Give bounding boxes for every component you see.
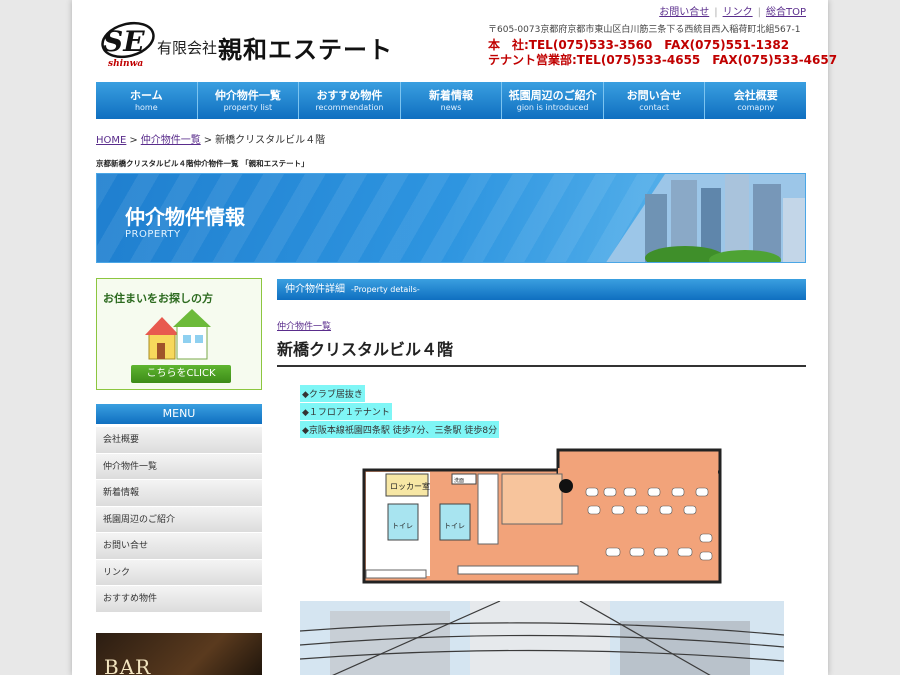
property-photo[interactable] (300, 601, 784, 675)
housing-search-button[interactable]: こちらをCLICK (131, 365, 231, 383)
section-subtitle: -Property details- (351, 285, 420, 294)
nav-recommendation[interactable]: おすすめ物件 recommendation (299, 82, 401, 119)
sidebar-item-recommendation[interactable]: おすすめ物件 (96, 586, 262, 613)
sidebar-menu: 会社概要 仲介物件一覧 新着情報 祇園周辺のご紹介 お問い合せ リンク おすすめ… (96, 427, 262, 613)
nav-sublabel: news (440, 103, 462, 112)
floor-plan-image[interactable]: ロッカー室 トイレ トイレ 洗面 (362, 448, 722, 584)
nav-label: 会社概要 (733, 89, 778, 102)
nav-sublabel: home (134, 103, 158, 112)
nav-sublabel: comapny (737, 103, 775, 112)
breadcrumb-current: 新橋クリスタルビル４階 (215, 135, 326, 146)
nav-sublabel: gion is introduced (516, 103, 589, 112)
nav-home[interactable]: ホーム home (96, 82, 198, 119)
nav-label: 祇園周辺のご紹介 (508, 89, 597, 102)
breadcrumb-home[interactable]: HOME (96, 135, 126, 146)
logo-mark: SE (103, 25, 145, 58)
company-logo[interactable]: SE shinwa (96, 18, 158, 68)
global-nav: ホーム home 仲介物件一覧 property list おすすめ物件 recomm… (96, 82, 806, 119)
floorplan-locker-label: ロッカー室 (390, 481, 430, 491)
nav-sublabel: contact (639, 103, 670, 112)
nav-gion[interactable]: 祇園周辺のご紹介 gion is introduced (502, 82, 604, 119)
page-container: お問い合せ | リンク | 総合TOP SE shinwa 有限会社 親和エステート 〒… (72, 0, 837, 675)
page-banner: 仲介物件情報 PROPERTY (96, 173, 806, 263)
banner-city-image (606, 174, 805, 262)
nav-sublabel: property list (223, 103, 273, 112)
section-heading: 仲介物件詳細 -Property details- (277, 279, 806, 300)
bar-banner-image[interactable]: BAR (96, 633, 262, 675)
sidebar-item-contact[interactable]: お問い合せ (96, 533, 262, 560)
logo-subtext: shinwa (108, 59, 143, 68)
nav-contact[interactable]: お問い合せ contact (604, 82, 706, 119)
property-title: 新橋クリスタルビル４階 (277, 336, 806, 367)
tenant-dept-tel: テナント営業部:TEL(075)533-4655 FAX(075)533-465… (488, 53, 838, 67)
banner-subtitle: PROPERTY (125, 229, 181, 240)
sidebar-menu-title: MENU (96, 404, 262, 424)
sidebar-item-gion[interactable]: 祇園周辺のご紹介 (96, 506, 262, 533)
back-to-list-link[interactable]: 仲介物件一覧 (277, 319, 331, 332)
sidebar-item-news[interactable]: 新着情報 (96, 480, 262, 507)
nav-label: お問い合せ (626, 89, 682, 102)
sidebar-item-company[interactable]: 会社概要 (96, 427, 262, 454)
nav-sublabel: recommendation (315, 103, 384, 112)
breadcrumb-list[interactable]: 仲介物件一覧 (141, 135, 201, 146)
section-title: 仲介物件詳細 (285, 284, 345, 295)
sidebar-item-links[interactable]: リンク (96, 559, 262, 586)
nav-news[interactable]: 新着情報 news (401, 82, 503, 119)
nav-label: ホーム (129, 89, 163, 102)
nav-label: おすすめ物件 (316, 89, 383, 102)
utility-link-links[interactable]: リンク (723, 7, 753, 18)
housing-search-title: お住まいをお探しの方 (103, 292, 213, 305)
feature-list: ◆クラブ居抜き ◆１フロア１テナント ◆京阪本線祇園四条駅 徒歩7分、三条駅 徒… (300, 382, 500, 438)
houses-illustration (145, 309, 211, 360)
breadcrumb: HOME > 仲介物件一覧 > 新橋クリスタルビル４階 (96, 131, 325, 146)
nav-property-list[interactable]: 仲介物件一覧 property list (198, 82, 300, 119)
nav-company[interactable]: 会社概要 comapny (705, 82, 806, 119)
banner-title: 仲介物件情報 (125, 205, 245, 229)
nav-label: 仲介物件一覧 (214, 89, 281, 102)
utility-link-top[interactable]: 総合TOP (766, 7, 806, 18)
separator: | (714, 7, 718, 18)
sidebar-item-property-list[interactable]: 仲介物件一覧 (96, 453, 262, 480)
feature-item: ◆京阪本線祇園四条駅 徒歩7分、三条駅 徒歩8分 (300, 421, 500, 438)
utility-link-contact[interactable]: お問い合せ (659, 7, 709, 18)
page-description: 京都新橋クリスタルビル４階仲介物件一覧 「親和エステート」 (96, 159, 309, 168)
floorplan-toilet-label: トイレ (392, 522, 413, 530)
separator: | (757, 7, 761, 18)
nav-label: 新着情報 (429, 89, 474, 102)
breadcrumb-separator: > (203, 135, 213, 146)
bar-banner-label: BAR (104, 655, 152, 675)
company-address: 〒605-0073京都府京都市東山区白川筋三条下る西統目西入稲荷町北組567-1 (488, 25, 801, 35)
company-prefix: 有限会社 (157, 39, 218, 57)
floorplan-toilet-label: トイレ (444, 522, 465, 530)
housing-search-banner[interactable]: お住まいをお探しの方 こちらをCLICK (96, 278, 262, 390)
breadcrumb-separator: > (129, 135, 138, 146)
utility-links: お問い合せ | リンク | 総合TOP (659, 3, 806, 18)
floorplan-small-label: 洗面 (454, 477, 464, 484)
company-name[interactable]: 親和エステート (218, 30, 393, 65)
